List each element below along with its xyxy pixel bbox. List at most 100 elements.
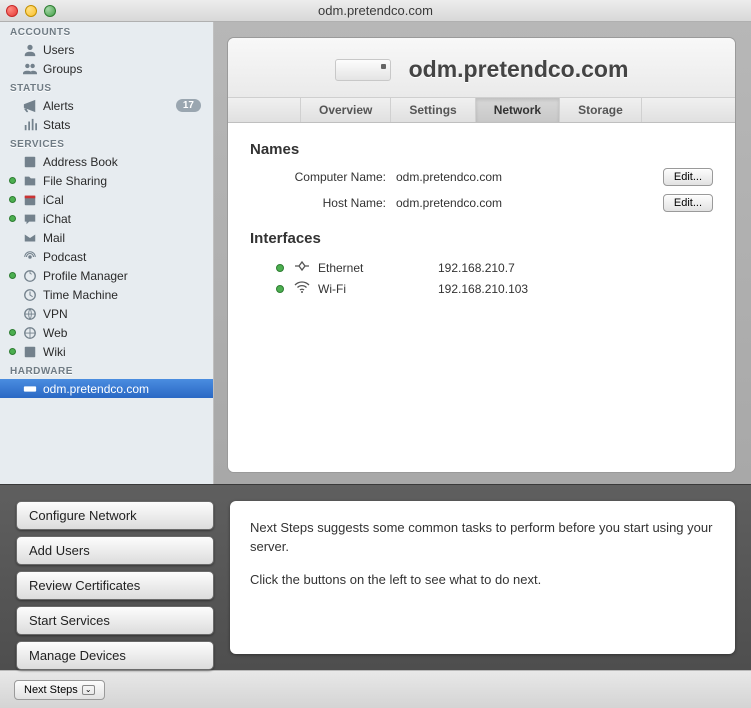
sidebar-item-label: File Sharing (43, 174, 107, 188)
chevron-down-icon: ⌄ (82, 685, 95, 695)
sidebar-item-label: Stats (43, 118, 70, 132)
tab-network[interactable]: Network (476, 98, 560, 122)
edit-host-name-button[interactable]: Edit... (663, 194, 713, 212)
device-icon (335, 59, 391, 81)
sidebar-item-label: odm.pretendco.com (43, 382, 149, 396)
sidebar-item-alerts[interactable]: Alerts 17 (0, 96, 213, 115)
start-services-button[interactable]: Start Services (16, 606, 214, 635)
interface-name: Wi-Fi (318, 282, 438, 296)
status-running-icon (9, 196, 16, 203)
sidebar-item-label: iChat (43, 212, 71, 226)
interface-row[interactable]: Ethernet192.168.210.7 (250, 257, 713, 278)
tab-overview[interactable]: Overview (300, 98, 391, 122)
next-steps-buttons: Configure Network Add Users Review Certifi… (16, 501, 214, 654)
sidebar-item-label: Podcast (43, 250, 86, 264)
user-icon (22, 42, 37, 57)
sidebar-item-label: iCal (43, 193, 64, 207)
ethernet-icon (294, 260, 312, 275)
sidebar-item-label: VPN (43, 307, 68, 321)
close-icon[interactable] (6, 5, 18, 17)
sidebar-item-stats[interactable]: Stats (0, 115, 213, 134)
sidebar-item-label: Wiki (43, 345, 66, 359)
ichat-icon (22, 211, 37, 226)
next-steps-toggle-label: Next Steps (24, 684, 78, 696)
interfaces-heading: Interfaces (250, 230, 713, 247)
status-running-icon (9, 215, 16, 222)
wifi-icon (294, 281, 312, 296)
interface-name: Ethernet (318, 261, 438, 275)
content-area: odm.pretendco.com Overview Settings Netw… (214, 22, 751, 484)
timemachine-icon (22, 287, 37, 302)
footer: Next Steps ⌄ (0, 670, 751, 708)
alerts-badge: 17 (176, 99, 201, 112)
names-heading: Names (250, 141, 713, 158)
computer-name-value: odm.pretendco.com (392, 170, 663, 184)
sidebar-item-label: Profile Manager (43, 269, 128, 283)
section-accounts: ACCOUNTS (0, 22, 213, 40)
fileshare-icon (22, 173, 37, 188)
sidebar-item-wiki[interactable]: Wiki (0, 342, 213, 361)
sidebar-item-groups[interactable]: Groups (0, 59, 213, 78)
section-services: SERVICES (0, 134, 213, 152)
tab-settings[interactable]: Settings (391, 98, 475, 122)
tab-storage[interactable]: Storage (560, 98, 642, 122)
sidebar-item-label: Users (43, 43, 74, 57)
podcast-icon (22, 249, 37, 264)
manage-devices-button[interactable]: Manage Devices (16, 641, 214, 670)
sidebar-item-profile-manager[interactable]: Profile Manager (0, 266, 213, 285)
ical-icon (22, 192, 37, 207)
server-icon (22, 381, 37, 396)
sidebar-item-address-book[interactable]: Address Book (0, 152, 213, 171)
interface-ip: 192.168.210.103 (438, 282, 528, 296)
configure-network-button[interactable]: Configure Network (16, 501, 214, 530)
status-up-icon (276, 264, 284, 272)
sidebar-item-label: Groups (43, 62, 82, 76)
status-running-icon (9, 177, 16, 184)
profile-icon (22, 268, 37, 283)
tab-body: Names Computer Name: odm.pretendco.com E… (228, 123, 735, 472)
stats-icon (22, 117, 37, 132)
sidebar-item-label: Alerts (43, 99, 74, 113)
card-header: odm.pretendco.com (228, 38, 735, 97)
interface-ip: 192.168.210.7 (438, 261, 515, 275)
edit-computer-name-button[interactable]: Edit... (663, 168, 713, 186)
sidebar-item-vpn[interactable]: VPN (0, 304, 213, 323)
sidebar-item-podcast[interactable]: Podcast (0, 247, 213, 266)
sidebar-item-label: Time Machine (43, 288, 118, 302)
server-hostname: odm.pretendco.com (409, 56, 629, 83)
sidebar-item-ichat[interactable]: iChat (0, 209, 213, 228)
section-hardware: HARDWARE (0, 361, 213, 379)
next-steps-toggle[interactable]: Next Steps ⌄ (14, 680, 105, 700)
status-up-icon (276, 285, 284, 293)
sidebar-item-web[interactable]: Web (0, 323, 213, 342)
add-users-button[interactable]: Add Users (16, 536, 214, 565)
sidebar-item-time-machine[interactable]: Time Machine (0, 285, 213, 304)
next-steps-text2: Click the buttons on the left to see wha… (250, 571, 715, 590)
window-controls (6, 5, 56, 17)
next-steps-info: Next Steps suggests some common tasks to… (230, 501, 735, 654)
wiki-icon (22, 344, 37, 359)
group-icon (22, 61, 37, 76)
sidebar-item-mail[interactable]: Mail (0, 228, 213, 247)
review-certificates-button[interactable]: Review Certificates (16, 571, 214, 600)
sidebar: ACCOUNTS Users Groups STATUS Alerts 17 S… (0, 22, 214, 484)
tabs: Overview Settings Network Storage (228, 97, 735, 123)
mail-icon (22, 230, 37, 245)
sidebar-item-server[interactable]: odm.pretendco.com (0, 379, 213, 398)
status-running-icon (9, 272, 16, 279)
sidebar-item-label: Address Book (43, 155, 118, 169)
sidebar-item-ical[interactable]: iCal (0, 190, 213, 209)
next-steps-panel: Configure Network Add Users Review Certifi… (0, 484, 751, 670)
titlebar: odm.pretendco.com (0, 0, 751, 22)
interface-row[interactable]: Wi-Fi192.168.210.103 (250, 278, 713, 299)
host-name-value: odm.pretendco.com (392, 196, 663, 210)
host-name-label: Host Name: (250, 196, 392, 210)
status-running-icon (9, 329, 16, 336)
sidebar-item-users[interactable]: Users (0, 40, 213, 59)
minimize-icon[interactable] (25, 5, 37, 17)
section-status: STATUS (0, 78, 213, 96)
zoom-icon[interactable] (44, 5, 56, 17)
status-running-icon (9, 348, 16, 355)
addressbook-icon (22, 154, 37, 169)
sidebar-item-file-sharing[interactable]: File Sharing (0, 171, 213, 190)
